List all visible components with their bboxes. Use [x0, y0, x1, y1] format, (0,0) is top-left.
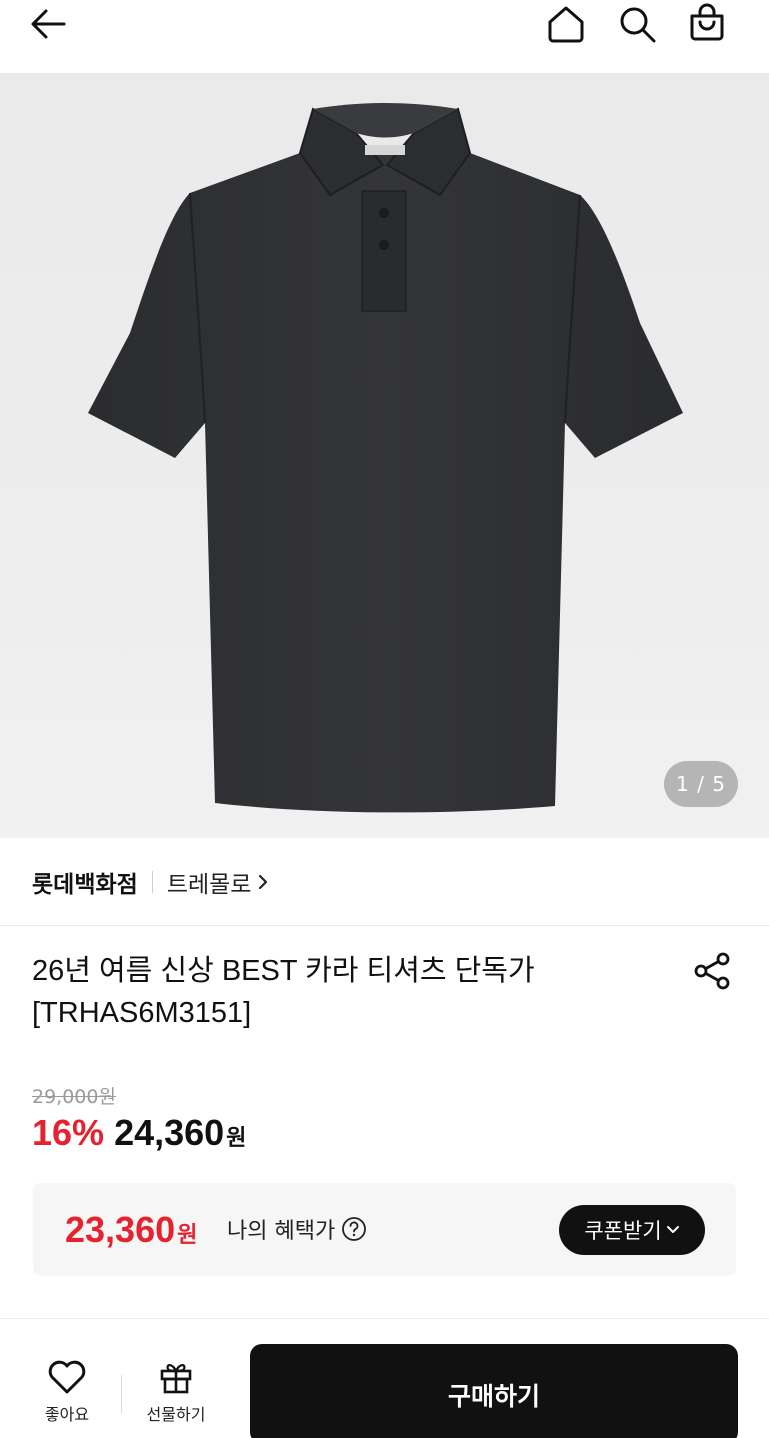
benefit-currency: 원	[177, 1223, 198, 1248]
search-button[interactable]	[611, 2, 663, 46]
original-price: 29,000원	[32, 1086, 116, 1108]
search-icon	[620, 7, 656, 43]
share-button[interactable]	[690, 948, 736, 994]
benefit-price: 23,360 원	[65, 1209, 197, 1251]
bottom-action-bar: 좋아요 선물하기 구매하기	[0, 1318, 769, 1438]
product-image-gallery[interactable]: 1 / 5	[0, 73, 769, 838]
gift-button[interactable]: 선물하기	[136, 1359, 216, 1425]
chevron-down-icon	[666, 1226, 679, 1233]
product-image	[88, 103, 683, 813]
benefit-price-box: 23,360 원 나의 혜택가 쿠폰받기	[33, 1183, 736, 1276]
benefit-amount: 23,360	[65, 1209, 176, 1250]
buy-button[interactable]: 구매하기	[250, 1344, 738, 1438]
product-title-line-2: [TRHAS6M3151]	[32, 997, 252, 1029]
divider	[121, 1375, 122, 1413]
benefit-label: 나의 혜택가	[227, 1219, 336, 1244]
share-icon	[694, 952, 730, 990]
price-row: 16% 24,360 원	[32, 1112, 246, 1154]
product-title-line-1: 26년 여름 신상 BEST 카라 티셔츠 단독가	[32, 955, 535, 987]
home-icon	[548, 6, 584, 43]
brand-link[interactable]: 트레몰로	[167, 865, 270, 899]
back-button[interactable]	[22, 2, 74, 46]
discount-rate: 16%	[32, 1112, 105, 1153]
image-page-counter: 1 / 5	[664, 761, 738, 807]
gift-icon	[160, 1364, 192, 1394]
benefit-label-group: 나의 혜택가	[227, 1213, 367, 1245]
arrow-left-icon	[31, 9, 66, 39]
brand-name: 트레몰로	[166, 871, 252, 898]
question-circle-icon[interactable]	[341, 1216, 367, 1242]
like-button[interactable]: 좋아요	[28, 1359, 106, 1425]
store-name: 롯데백화점	[32, 871, 138, 898]
store-brand-row: 롯데백화점 트레몰로	[0, 838, 769, 926]
shopping-bag-button[interactable]	[681, 0, 733, 44]
sale-price: 24,360	[114, 1112, 225, 1153]
get-coupon-button[interactable]: 쿠폰받기	[559, 1205, 705, 1255]
divider	[151, 870, 153, 893]
shopping-bag-icon	[690, 3, 724, 41]
product-title: 26년 여름 신상 BEST 카라 티셔츠 단독가 [TRHAS6M3151]	[32, 950, 672, 1034]
home-button[interactable]	[540, 2, 592, 46]
heart-icon	[48, 1360, 86, 1394]
coupon-button-label: 쿠폰받기	[584, 1220, 662, 1243]
like-label: 좋아요	[44, 1405, 90, 1424]
gift-label: 선물하기	[146, 1405, 206, 1424]
chevron-right-icon	[259, 874, 268, 889]
sale-price-currency: 원	[226, 1126, 247, 1151]
top-navigation-bar	[0, 0, 769, 72]
